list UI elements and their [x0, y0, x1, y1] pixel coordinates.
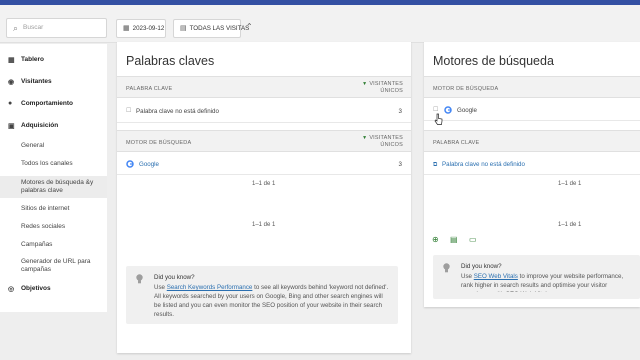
calendar-icon: ▦	[123, 25, 130, 32]
search-keywords-performance-link[interactable]: Search Keywords Performance	[167, 284, 253, 291]
value-cell: 3	[398, 108, 402, 115]
sidebar-item-label: Objetivos	[21, 285, 51, 292]
top-toolbar: ⌕ Buscar ▦ 2023-09-12 ▤ TODAS LAS VISITAS …	[0, 5, 640, 43]
card-title: Palabras claves	[126, 54, 215, 68]
sidebar-item-label: Visitantes	[21, 78, 52, 85]
pagination-label: 1–1 de 1	[252, 222, 276, 228]
keyword-cell: Palabra clave no está definido	[136, 108, 219, 115]
add-icon[interactable]: ⊕	[432, 235, 439, 244]
table-row[interactable]: ⧉ Palabra clave no está definido	[424, 153, 640, 175]
sidebar-item-label: Tablero	[21, 56, 44, 63]
collapse-chevron-icon[interactable]: ⌃	[246, 22, 253, 31]
sidebar-sub-label: Motores de búsqueda &y palabras clave	[21, 179, 94, 194]
sidebar-sub-all-channels[interactable]: Todos los canales	[0, 160, 107, 172]
column-header-unique-visitors[interactable]: ▼ VISITANTES ÚNICOS	[362, 135, 403, 149]
segment-label: TODAS LAS VISITAS	[189, 25, 250, 32]
pagination-label: 1–1 de 1	[558, 181, 582, 187]
column-header-unique-visitors[interactable]: ▼ VISITANTES ÚNICOS	[362, 81, 403, 95]
did-you-know-box: Did you know? Use SEO Web Vitals to impr…	[433, 255, 640, 299]
sidebar-item-label: Adquisición	[21, 122, 59, 129]
search-engine-cell: Google	[457, 107, 477, 114]
search-placeholder: Buscar	[23, 24, 44, 31]
sidebar-sub-label: General	[21, 142, 45, 149]
segment-button[interactable]: ▤ TODAS LAS VISITAS	[173, 19, 249, 38]
value-cell: 3	[398, 161, 402, 168]
sidebar-item-adquisicion[interactable]: ▣ Adquisición	[0, 122, 107, 134]
sort-down-icon: ▼	[362, 135, 368, 141]
pagination-label: 1–1 de 1	[252, 181, 276, 187]
search-icon: ⌕	[13, 23, 19, 33]
sidebar-sub-label: Todos los canales	[21, 160, 73, 167]
column-header-line1: VISITANTES	[369, 135, 403, 141]
column-header-keyword[interactable]: PALABRA CLAVE	[433, 140, 479, 146]
sidebar-sub-label: Sitios de internet	[21, 205, 70, 212]
pagination-label: 1–1 de 1	[558, 222, 582, 228]
dashboard-icon: ▦	[8, 57, 15, 64]
sidebar-item-objetivos[interactable]: ◎ Objetivos	[0, 285, 107, 297]
table-header: PALABRA CLAVE	[424, 130, 640, 152]
table-row[interactable]: Google 3	[117, 153, 411, 175]
sidebar-item-label: Comportamiento	[21, 100, 73, 107]
goals-icon: ◎	[8, 286, 15, 293]
folder-icon[interactable]: ▭	[469, 235, 477, 244]
sidebar-sub-social[interactable]: Redes sociales	[0, 223, 107, 235]
sidebar-item-tablero[interactable]: ▦ Tablero	[0, 56, 107, 68]
google-icon	[444, 106, 452, 116]
table-view-icon[interactable]: ▤	[450, 235, 458, 244]
keyword-link[interactable]: Palabra clave no está definido	[442, 161, 525, 168]
sidebar: ▦ Tablero ◉ Visitantes ● Comportamiento …	[0, 44, 107, 312]
sidebar-sub-label: Campañas	[21, 241, 53, 248]
visitors-icon: ◉	[8, 79, 15, 86]
sidebar-sub-label: Redes sociales	[21, 223, 66, 230]
tip-text: Use	[154, 284, 167, 291]
search-input[interactable]: ⌕ Buscar	[6, 18, 107, 38]
sidebar-item-comportamiento[interactable]: ● Comportamiento	[0, 100, 107, 112]
behaviour-icon: ●	[8, 100, 13, 107]
column-header-line2: ÚNICOS	[380, 88, 403, 94]
sidebar-sub-search-engines[interactable]: Motores de búsqueda &y palabras clave	[0, 176, 107, 198]
table-header: MOTOR DE BÚSQUEDA ▼ VISITANTES ÚNICOS	[117, 130, 411, 152]
column-header-search-engine[interactable]: MOTOR DE BÚSQUEDA	[126, 140, 191, 146]
table-row[interactable]: ☐ Google	[424, 99, 640, 121]
column-header-search-engine[interactable]: MOTOR DE BÚSQUEDA	[433, 86, 498, 92]
column-header-line1: VISITANTES	[369, 81, 403, 87]
sort-down-icon: ▼	[362, 81, 368, 87]
sidebar-sub-general[interactable]: General	[0, 142, 107, 154]
did-you-know-body: Use Search Keywords Performance to see a…	[154, 283, 390, 319]
mouse-pointer-icon	[434, 113, 443, 125]
column-header-line2: ÚNICOS	[380, 142, 403, 148]
table-row[interactable]: ☐ Palabra clave no está definido 3	[117, 99, 411, 123]
search-engines-card: Motores de búsqueda MOTOR DE BÚSQUEDA ☐ …	[424, 42, 640, 307]
search-engine-link[interactable]: Google	[139, 161, 159, 168]
card-title: Motores de búsqueda	[433, 54, 554, 68]
acquisition-icon: ▣	[8, 123, 15, 130]
column-header-keyword[interactable]: PALABRA CLAVE	[126, 86, 172, 92]
google-icon	[126, 160, 134, 170]
lightbulb-icon	[136, 274, 143, 284]
checkbox-icon[interactable]: ☐	[433, 106, 439, 113]
did-you-know-box: Did you know? Use Search Keywords Perfor…	[126, 266, 398, 324]
external-link-icon[interactable]: ⧉	[433, 161, 437, 169]
date-label: 2023-09-12	[132, 25, 165, 32]
tip-text: Use	[461, 273, 474, 280]
sidebar-sub-websites[interactable]: Sitios de internet	[0, 205, 107, 217]
did-you-know-title: Did you know?	[461, 263, 502, 270]
checkbox-icon[interactable]: ☐	[126, 107, 132, 114]
sidebar-sub-url-builder[interactable]: Generador de URL para campañas	[0, 258, 107, 278]
lightbulb-icon	[443, 263, 450, 273]
keywords-card: Palabras claves PALABRA CLAVE ▼ VISITANTE…	[117, 42, 411, 353]
table-header: MOTOR DE BÚSQUEDA	[424, 76, 640, 98]
table-header: PALABRA CLAVE ▼ VISITANTES ÚNICOS	[117, 76, 411, 98]
date-picker-button[interactable]: ▦ 2023-09-12	[116, 19, 166, 38]
did-you-know-title: Did you know?	[154, 274, 195, 281]
sidebar-sub-campaigns[interactable]: Campañas	[0, 241, 107, 253]
sidebar-item-visitantes[interactable]: ◉ Visitantes	[0, 78, 107, 90]
did-you-know-body: Use SEO Web Vitals to improve your websi…	[461, 272, 636, 292]
segment-icon: ▤	[180, 25, 187, 32]
sidebar-sub-label: Generador de URL para campañas	[21, 258, 91, 273]
seo-web-vitals-link[interactable]: SEO Web Vitals	[474, 273, 518, 280]
